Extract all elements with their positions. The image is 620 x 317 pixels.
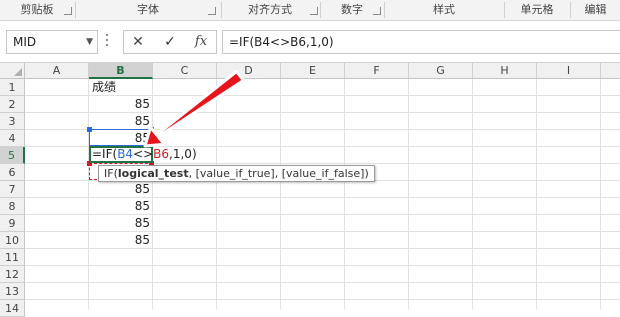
annotation-arrow-icon <box>143 70 245 148</box>
